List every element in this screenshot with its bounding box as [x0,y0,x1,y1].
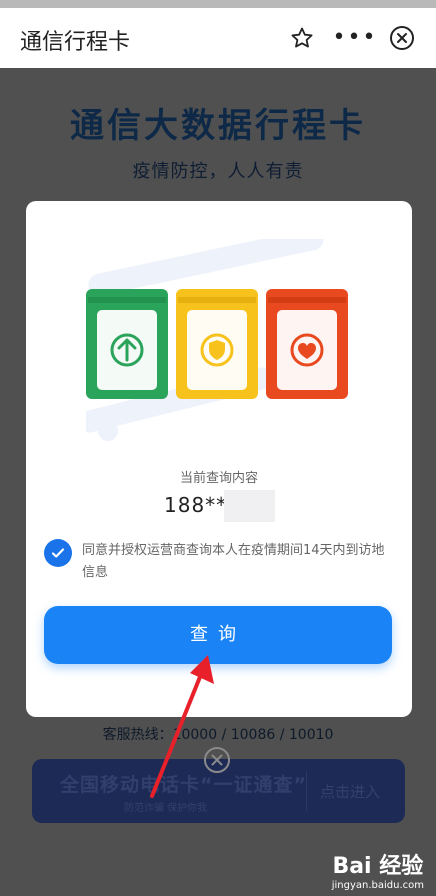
consent-text: 同意并授权运营商查询本人在疫情期间14天内到访地信息 [82,543,385,580]
watermark-url: jingyan.baidu.com [331,880,424,891]
close-icon[interactable] [386,20,418,56]
background-subtitle: 疫情防控，人人有责 [132,161,304,182]
query-content-label: 当前查询内容 [179,471,258,486]
banner-enter-link[interactable]: 点击进入 [320,781,380,802]
page-title: 通信行程卡 [20,30,131,55]
query-button[interactable]: 查询 [44,606,392,664]
banner-divider [306,771,307,811]
phone-redaction [224,490,275,522]
query-dialog: 当前查询内容 188*** 同意并授权运营商查询本人在疫情期间14天内到访地信息… [26,201,412,717]
baidu-watermark: Bai 经验 jingyan.baidu.com [332,848,424,891]
modal-close-icon[interactable] [203,746,231,774]
top-bar: 通信行程卡 ••• [0,8,436,68]
watermark-brand: Bai 经验 [332,854,424,879]
checkmark-icon [51,548,65,558]
hotline-text: 客服热线：10000 / 10086 / 10010 [102,727,334,743]
consent-checkbox[interactable] [44,539,72,567]
green-card-icon [86,289,168,399]
yellow-card-icon [176,289,258,399]
favorite-star-icon[interactable] [286,20,318,56]
status-strip [0,0,436,8]
background-title: 通信大数据行程卡 [70,106,366,146]
red-card-icon [266,289,348,399]
more-menu-button[interactable]: ••• [330,20,380,56]
banner-title: 全国移动电话卡“一证通查” [60,774,307,796]
banner-subtitle: 防范诈骗 保护你我 [124,803,208,814]
travel-card-illustration [86,239,348,441]
